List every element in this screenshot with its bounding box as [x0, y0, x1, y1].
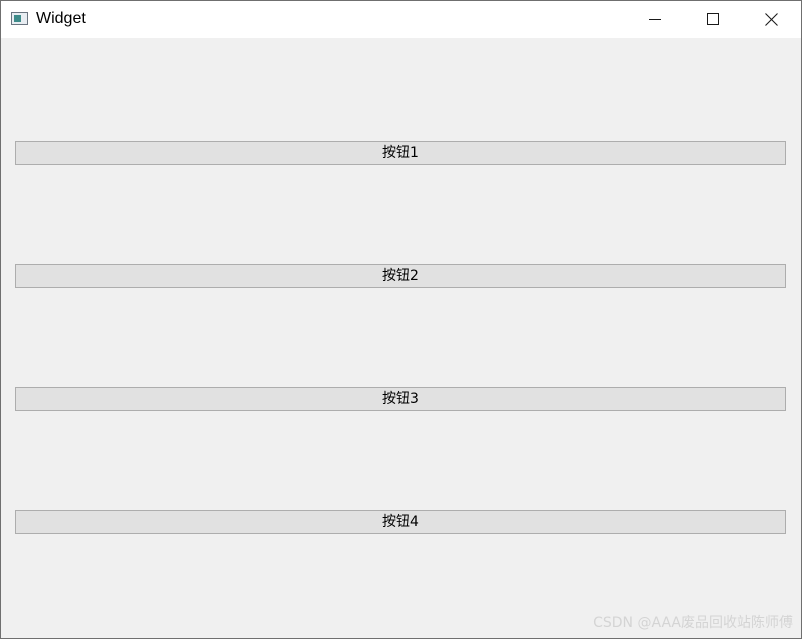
window-title: Widget	[36, 10, 86, 27]
maximize-button[interactable]	[684, 1, 742, 38]
close-button[interactable]	[742, 1, 800, 38]
button-1[interactable]: 按钮1	[15, 141, 786, 165]
button-3[interactable]: 按钮3	[15, 387, 786, 411]
watermark: CSDN @AAA废品回收站陈师傅	[593, 615, 793, 631]
button-4[interactable]: 按钮4	[15, 510, 786, 534]
button-2[interactable]: 按钮2	[15, 264, 786, 288]
title-bar[interactable]: Widget	[1, 1, 801, 38]
app-window: Widget 按钮1 按钮2 按钮3 按钮4 CSDN @AAA废品回收站陈师傅	[0, 0, 802, 639]
minimize-icon	[649, 19, 661, 20]
minimize-button[interactable]	[626, 1, 684, 38]
app-icon	[11, 12, 28, 25]
close-icon	[765, 13, 778, 26]
maximize-icon	[707, 13, 719, 25]
